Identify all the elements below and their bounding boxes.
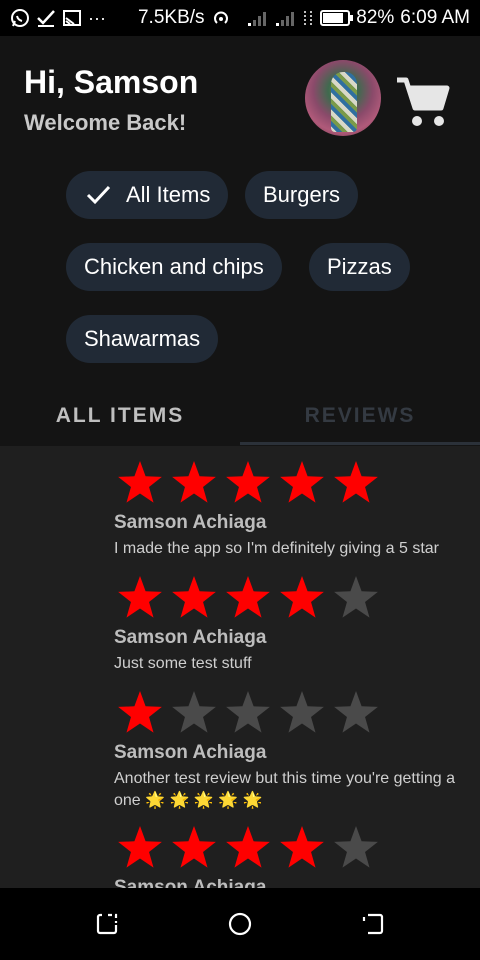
battery-icon xyxy=(320,10,354,26)
chip-label: Pizzas xyxy=(327,254,392,279)
check-icon xyxy=(86,185,111,205)
star-rating xyxy=(117,460,474,506)
star-rating xyxy=(117,690,474,736)
star-empty-icon xyxy=(172,691,216,733)
network-speed: 7.5KB/s xyxy=(137,7,205,28)
home-icon[interactable] xyxy=(226,910,254,938)
star-filled-icon xyxy=(280,826,324,868)
star-filled-icon xyxy=(118,826,162,868)
star-empty-icon xyxy=(334,576,378,618)
chip-label: Chicken and chips xyxy=(84,254,264,279)
review-text: Another test review but this time you're… xyxy=(114,768,474,812)
review-text: I made the app so I'm definitely giving … xyxy=(114,540,440,557)
tab-reviews[interactable]: REVIEWS xyxy=(240,388,480,444)
star-empty-icon xyxy=(334,691,378,733)
chip-label: Shawarmas xyxy=(84,326,201,351)
reviewer-name: Samson Achiaga xyxy=(114,877,267,888)
star-filled-icon xyxy=(118,461,162,503)
check-icon xyxy=(37,10,55,27)
star-filled-icon xyxy=(226,461,270,503)
star-filled-icon xyxy=(118,691,162,733)
chip-pizzas[interactable]: Pizzas xyxy=(309,243,410,291)
navigation-bar xyxy=(0,888,480,960)
whatsapp-icon xyxy=(11,9,29,27)
reviewer-name: Samson Achiaga xyxy=(114,742,267,763)
status-bar: ··· 7.5KB/s 82% 6:09 AM xyxy=(0,0,480,36)
avatar[interactable] xyxy=(305,60,381,136)
star-filled-icon xyxy=(172,826,216,868)
signal-icon xyxy=(248,12,267,26)
star-filled-icon xyxy=(118,576,162,618)
star-empty-icon xyxy=(334,826,378,868)
chip-chicken-and-chips[interactable]: Chicken and chips xyxy=(66,243,282,291)
star-filled-icon xyxy=(334,461,378,503)
chip-burgers[interactable]: Burgers xyxy=(245,171,359,219)
star-filled-icon xyxy=(172,461,216,503)
star-filled-icon xyxy=(280,576,324,618)
tab-all-items[interactable]: ALL ITEMS xyxy=(0,388,240,444)
chip-label: All Items xyxy=(126,182,211,207)
chip-label: Burgers xyxy=(263,182,341,207)
reviewer-name: Samson Achiaga xyxy=(114,627,267,648)
review-text: Just some test stuff xyxy=(114,655,252,672)
back-icon[interactable] xyxy=(360,910,388,938)
cast-icon xyxy=(63,10,81,26)
star-filled-icon xyxy=(226,826,270,868)
greeting: Hi, Samson xyxy=(24,64,199,100)
tab-indicator xyxy=(240,442,480,445)
recents-icon[interactable] xyxy=(94,910,122,938)
review-emoji: 🌟 🌟 🌟 🌟 🌟 xyxy=(145,792,263,809)
more-icon: ··· xyxy=(88,7,106,28)
review-item: Samson Achiaga Just some test stuff xyxy=(114,575,474,675)
chip-all-items[interactable]: All Items xyxy=(66,171,229,219)
hotspot-icon xyxy=(213,11,228,24)
data-icon xyxy=(304,11,312,25)
signal-icon xyxy=(276,12,295,26)
reviews-list[interactable]: Samson Achiaga I made the app so I'm def… xyxy=(0,446,480,888)
chip-shawarmas[interactable]: Shawarmas xyxy=(66,315,219,363)
review-item: Samson Achiaga I made the app so I'm def… xyxy=(114,460,474,560)
star-filled-icon xyxy=(280,461,324,503)
header: Hi, Samson Welcome Back! All Items Burge… xyxy=(0,36,480,446)
star-rating xyxy=(117,575,474,621)
star-filled-icon xyxy=(172,576,216,618)
review-item: Samson Achiaga Another test review but t… xyxy=(114,690,474,812)
cart-icon[interactable] xyxy=(395,74,451,130)
star-rating xyxy=(117,825,474,871)
star-empty-icon xyxy=(280,691,324,733)
battery-percent: 82% xyxy=(356,7,395,28)
star-empty-icon xyxy=(226,691,270,733)
welcome-subtitle: Welcome Back! xyxy=(24,110,187,135)
review-item: Samson Achiaga xyxy=(114,825,474,888)
star-filled-icon xyxy=(226,576,270,618)
clock: 6:09 AM xyxy=(400,7,470,28)
reviewer-name: Samson Achiaga xyxy=(114,512,267,533)
